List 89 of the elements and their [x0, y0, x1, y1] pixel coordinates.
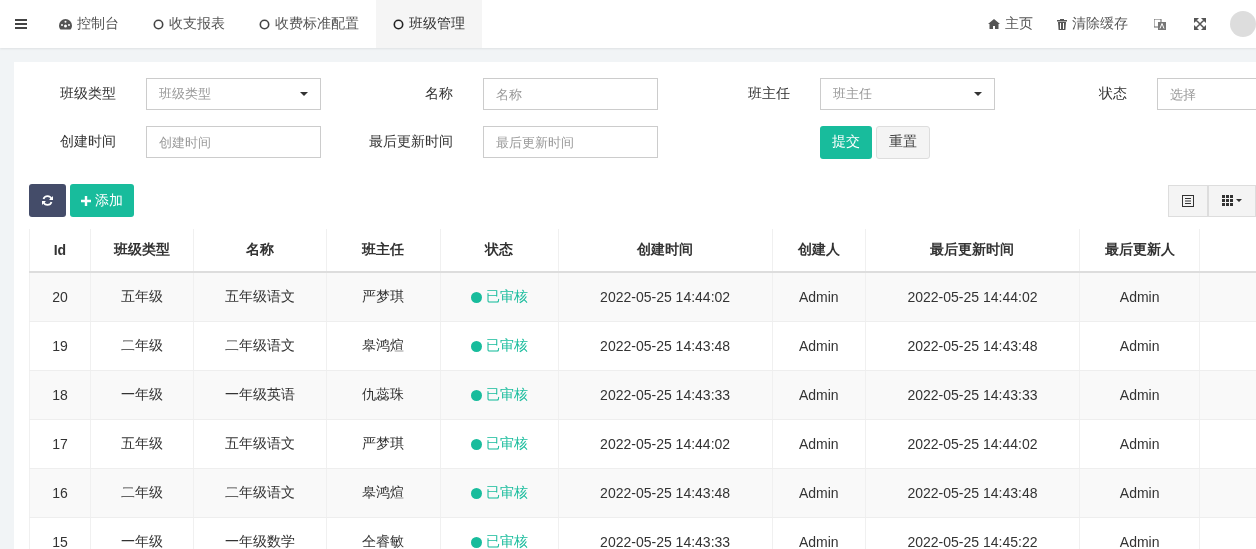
- circle-icon: [393, 18, 404, 30]
- field-label: 班主任: [747, 85, 790, 103]
- table-cell: 二年级: [90, 468, 194, 518]
- table-cell: Admin: [772, 321, 866, 371]
- field-label: 创建时间: [59, 133, 116, 151]
- home-icon: [988, 19, 1000, 29]
- nav-tab[interactable]: 班级管理: [376, 0, 482, 48]
- nav-tab[interactable]: 收支报表: [136, 0, 242, 48]
- table-cell: 2022-05-25 14:44:02: [558, 419, 773, 469]
- input-field[interactable]: 最后更新时间: [483, 126, 658, 158]
- table-cell: Admin: [1079, 321, 1200, 371]
- table-cell: 二年级: [90, 321, 194, 371]
- table-cell: 2022-05-25 14:44:02: [865, 419, 1080, 469]
- grid-icon: [1222, 195, 1242, 206]
- table-cell: 五年级: [90, 419, 194, 469]
- nav-tab[interactable]: 收费标准配置: [242, 0, 376, 48]
- status-badge: 已审核: [470, 288, 528, 306]
- circle-icon: [153, 18, 164, 30]
- table-cell: 2022-05-25 14:43:33: [865, 370, 1080, 420]
- table-cell: 2022-05-25 14:44:02: [865, 272, 1080, 322]
- table-cell: 一年级数学: [193, 517, 327, 549]
- table-cell: Admin: [772, 272, 866, 322]
- field-label: 班级类型: [59, 85, 116, 103]
- status-badge: 已审核: [470, 484, 528, 502]
- fullscreen-icon[interactable]: [1194, 18, 1206, 30]
- table-cell: 仇蕊珠: [326, 370, 441, 420]
- table-cell: Admin: [1079, 272, 1200, 322]
- input-field[interactable]: 名称: [483, 78, 658, 110]
- table-cell: Admin: [772, 468, 866, 518]
- refresh-button[interactable]: [29, 184, 66, 217]
- caret-icon: [300, 92, 308, 96]
- table-cell: 二年级语文: [193, 321, 327, 371]
- field-label: 状态: [1098, 85, 1127, 103]
- table-cell: 2022-05-25 14:43:48: [558, 468, 773, 518]
- translate-icon[interactable]: [1154, 18, 1166, 30]
- table-cell: Admin: [772, 517, 866, 549]
- circle-icon: [259, 18, 270, 30]
- plus-icon: [81, 195, 91, 206]
- nav-link[interactable]: 清除缓存: [1045, 0, 1140, 48]
- status-badge: 已审核: [470, 435, 528, 453]
- table-cell: Admin: [772, 370, 866, 420]
- status-badge: 已审核: [470, 386, 528, 404]
- nav-tab[interactable]: 控制台: [42, 0, 136, 48]
- table-cell: 严梦琪: [326, 419, 441, 469]
- table-cell: 皋鸿煊: [326, 468, 441, 518]
- table-cell: 一年级: [90, 370, 194, 420]
- table-cell: 18: [29, 370, 91, 420]
- table-cell: 仝睿敏: [326, 517, 441, 549]
- list-icon: [1182, 194, 1194, 207]
- table-cell: 五年级语文: [193, 272, 327, 322]
- table-cell: 严梦琪: [326, 272, 441, 322]
- field-label: 最后更新时间: [368, 133, 453, 151]
- table-cell: 2022-05-25 14:43:48: [865, 321, 1080, 371]
- input-field[interactable]: 选择: [1157, 78, 1256, 110]
- columns-button[interactable]: [1208, 184, 1256, 217]
- table-cell: 2022-05-25 14:45:22: [865, 517, 1080, 549]
- table-cell: 皋鸿煊: [326, 321, 441, 371]
- input-field[interactable]: 创建时间: [146, 126, 321, 158]
- table-cell: Admin: [1079, 419, 1200, 469]
- table-cell: 2022-05-25 14:44:02: [558, 272, 773, 322]
- table-cell: 20: [29, 272, 91, 322]
- table-cell: 二年级语文: [193, 468, 327, 518]
- reset-button[interactable]: 重置: [876, 125, 930, 159]
- table-cell: 2022-05-25 14:43:48: [558, 321, 773, 371]
- table-cell: Admin: [1079, 468, 1200, 518]
- table-cell: 2022-05-25 14:43:33: [558, 517, 773, 549]
- table-cell: 五年级语文: [193, 419, 327, 469]
- table-cell: 16: [29, 468, 91, 518]
- table-cell: 一年级: [90, 517, 194, 549]
- field-label: 名称: [424, 85, 453, 103]
- table-cell: 五年级: [90, 272, 194, 322]
- caret-icon: [974, 92, 982, 96]
- status-badge: 已审核: [470, 337, 528, 355]
- menu-icon[interactable]: [15, 19, 27, 29]
- table-cell: 一年级英语: [193, 370, 327, 420]
- table-cell: 2022-05-25 14:43:33: [558, 370, 773, 420]
- status-badge: 已审核: [470, 533, 528, 549]
- nav-link[interactable]: 主页: [976, 0, 1045, 48]
- table-cell: Admin: [772, 419, 866, 469]
- table-cell: 2022-05-25 14:43:48: [865, 468, 1080, 518]
- table-cell: 19: [29, 321, 91, 371]
- trash-icon: [1057, 18, 1067, 30]
- refresh-icon: [42, 195, 53, 206]
- dashboard-icon: [59, 18, 72, 30]
- table-cell: Admin: [1079, 370, 1200, 420]
- table-cell: Admin: [1079, 517, 1200, 549]
- table-cell: 15: [29, 517, 91, 549]
- table-cell: 17: [29, 419, 91, 469]
- view-toggle-button[interactable]: [1168, 184, 1208, 217]
